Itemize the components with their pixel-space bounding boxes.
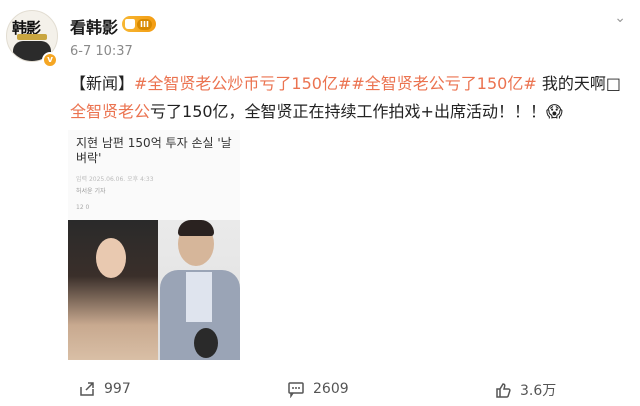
- thumbs-up-icon: [496, 383, 511, 398]
- news-stats: 12 0: [76, 204, 90, 211]
- more-options-icon[interactable]: ⌄: [614, 10, 626, 26]
- action-bar: 997 2609 3.6万: [0, 372, 640, 406]
- keyword-link[interactable]: 全智贤老公: [70, 102, 150, 121]
- like-count: 3.6万: [520, 383, 557, 399]
- comment-count: 2609: [313, 381, 349, 397]
- hashtag-link[interactable]: #全智贤老公炒币亏了150亿#: [134, 74, 351, 93]
- content-text: 我的天啊: [536, 74, 606, 93]
- content-prefix: 【新闻】: [70, 74, 135, 93]
- share-count: 997: [104, 381, 131, 397]
- share-icon: [80, 382, 94, 396]
- content-text: 亏了150亿，全智贤正在持续工作拍戏+出席活动！！！: [150, 102, 546, 121]
- inset-portrait: [194, 328, 218, 358]
- verified-icon: v: [42, 52, 58, 68]
- avatar-tag: [17, 34, 47, 40]
- news-headline: 지현 남편 150억 투자 손실 '날벼락': [76, 136, 232, 165]
- hashtag-link[interactable]: #全智贤老公亏了150亿#: [351, 74, 536, 93]
- crown-icon: [125, 19, 135, 29]
- post-image[interactable]: 지현 남편 150억 투자 손실 '날벼락' 입력 2025.06.06. 오후…: [68, 130, 240, 360]
- news-author: 허서윤 기자: [76, 188, 106, 195]
- share-button[interactable]: 997: [78, 380, 131, 398]
- like-button[interactable]: 3.6万: [494, 380, 556, 400]
- man-shirt: [186, 272, 212, 322]
- man-hair: [178, 220, 214, 236]
- broken-emoji-icon: □: [605, 74, 621, 93]
- shocked-emoji-icon: 😱: [545, 102, 563, 121]
- woman-face: [96, 238, 126, 278]
- level-badge[interactable]: III: [122, 16, 156, 32]
- comment-button[interactable]: 2609: [287, 380, 349, 398]
- comment-icon: [288, 382, 304, 398]
- username[interactable]: 看韩影: [70, 14, 118, 38]
- level-label: III: [137, 18, 152, 30]
- post-content: 【新闻】#全智贤老公炒币亏了150亿##全智贤老公亏了150亿# 我的天啊□ 全…: [70, 70, 630, 126]
- news-meta: 입력 2025.06.06. 오후 4:33: [76, 176, 154, 183]
- post-time[interactable]: 6-7 10:37: [70, 44, 133, 59]
